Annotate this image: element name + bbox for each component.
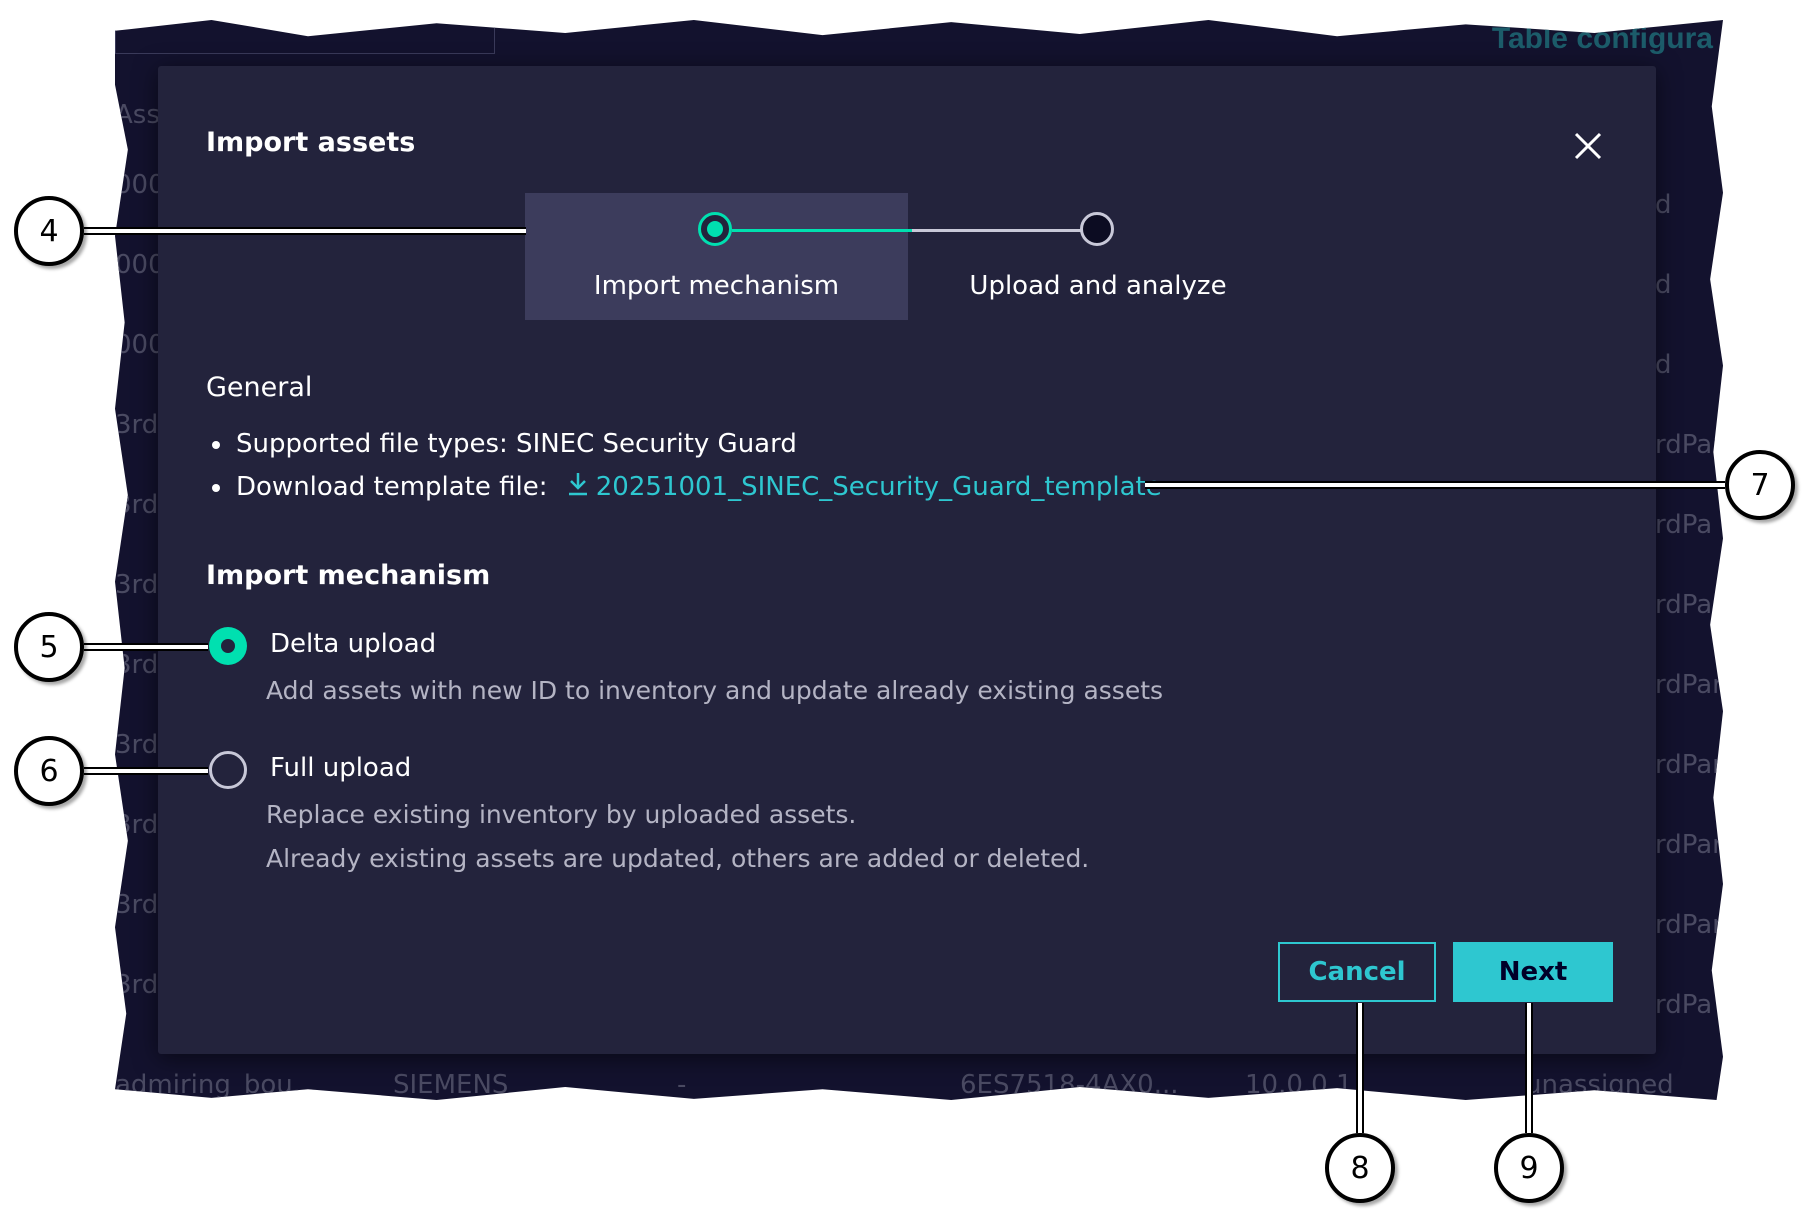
delta-upload-radio[interactable]: [209, 627, 247, 665]
full-upload-description-line: Replace existing inventory by uploaded a…: [266, 800, 857, 829]
background-filter-field: [115, 20, 495, 54]
bg-row-version: 10.0.0.1: [1245, 1070, 1353, 1100]
callout-badge: 5: [14, 612, 84, 682]
bg-right-cell: rdPar: [1655, 910, 1723, 940]
step-pending-line: [912, 229, 1082, 232]
full-upload-description-line: Already existing assets are updated, oth…: [266, 844, 1090, 873]
callout-leader-line: [1525, 1003, 1533, 1133]
template-download-link[interactable]: 20251001_SINEC_Security_Guard_template: [596, 472, 1162, 502]
download-icon[interactable]: [566, 471, 590, 497]
bg-left-cell: 3rdl: [115, 570, 160, 600]
bg-right-cell: rdPar: [1655, 750, 1723, 780]
callout-leader-line: [1145, 481, 1725, 489]
bg-right-cell: rdPar: [1655, 830, 1723, 860]
bg-right-cell: rdPar: [1655, 670, 1723, 700]
bg-left-cell: 000: [115, 330, 160, 360]
bg-row-vendor: SIEMENS: [393, 1070, 509, 1100]
step-active-indicator: [698, 212, 732, 246]
general-heading: General: [206, 372, 313, 403]
close-icon: [1574, 132, 1602, 160]
bg-left-cell: 3rdl: [115, 970, 160, 1000]
bg-left-cell: 000: [115, 250, 160, 280]
callout-badge: 7: [1725, 450, 1795, 520]
step-label-upload-analyze: Upload and analyze: [969, 271, 1227, 301]
bg-left-cell: 3rdl: [115, 890, 160, 920]
bg-row-name: admiring_bou...: [115, 1070, 318, 1100]
delta-upload-label[interactable]: Delta upload: [270, 629, 436, 659]
cancel-button[interactable]: Cancel: [1278, 942, 1436, 1002]
bg-right-cell: rdPa: [1655, 510, 1713, 540]
bg-left-cell: Asse: [115, 100, 160, 130]
bg-left-cell: 3rdl: [115, 810, 160, 840]
bg-right-cell: rdPar: [1655, 590, 1723, 620]
bg-left-cell: 3rdl: [115, 490, 160, 520]
callout-leader-line: [1356, 1003, 1364, 1133]
callout-badge: 6: [14, 736, 84, 806]
dialog-title: Import assets: [206, 127, 416, 158]
bg-row-status: unassigned: [1525, 1070, 1674, 1100]
bullet-dot: [212, 483, 220, 492]
full-upload-radio[interactable]: [209, 751, 247, 789]
close-button[interactable]: [1568, 126, 1608, 166]
step-progress-line: [732, 229, 912, 232]
import-assets-dialog: Import assets Import mechanism Upload an…: [158, 66, 1656, 1054]
callout-badge: 4: [14, 196, 84, 266]
bg-right-cell: d: [1655, 190, 1672, 220]
bg-row-dash: -: [677, 1070, 687, 1100]
supported-file-types-text: Supported file types: SINEC Security Gua…: [236, 429, 797, 459]
bg-left-cell: 3rdl: [115, 410, 160, 440]
bg-left-cell: 3rdl: [115, 730, 160, 760]
callout-badge: 8: [1325, 1133, 1395, 1203]
callout-leader-line: [84, 643, 208, 651]
bg-right-cell: rdPar: [1655, 430, 1723, 460]
import-mechanism-heading: Import mechanism: [206, 560, 491, 591]
bg-left-cell: 000: [115, 170, 160, 200]
step-pending-indicator: [1080, 212, 1114, 246]
download-template-item: Download template file: 20251001_SINEC_S…: [212, 471, 1162, 502]
table-configuration-label: Table configura: [1491, 22, 1713, 55]
supported-file-types-item: Supported file types: SINEC Security Gua…: [212, 429, 797, 459]
bg-right-cell: rdPa: [1655, 990, 1713, 1020]
next-button[interactable]: Next: [1453, 942, 1613, 1002]
bullet-dot: [212, 440, 220, 449]
bg-left-cell: 3rdl: [115, 650, 160, 680]
bg-right-cell: d: [1655, 350, 1672, 380]
callout-leader-line: [84, 227, 526, 235]
bg-right-cell: d: [1655, 270, 1672, 300]
bg-row-article: 6ES7518-4AX0...: [960, 1070, 1179, 1100]
step-label-import-mechanism: Import mechanism: [593, 271, 840, 301]
callout-leader-line: [84, 767, 208, 775]
delta-upload-description: Add assets with new ID to inventory and …: [266, 676, 1164, 705]
full-upload-label[interactable]: Full upload: [270, 753, 411, 783]
callout-badge: 9: [1494, 1133, 1564, 1203]
download-template-label: Download template file:: [236, 472, 548, 502]
